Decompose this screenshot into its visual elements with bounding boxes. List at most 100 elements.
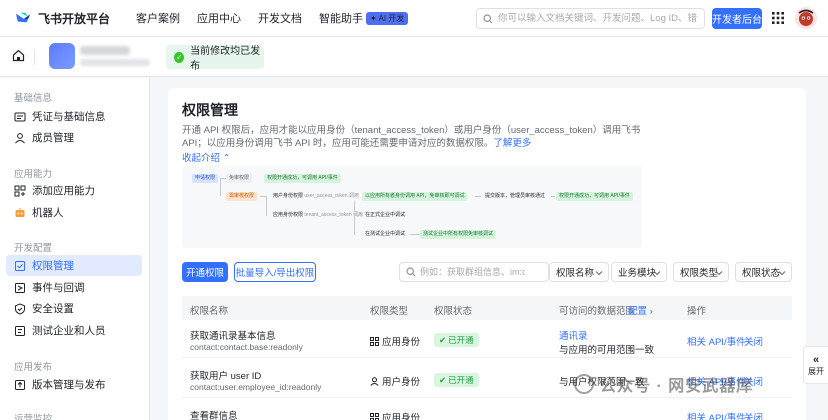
shield-icon — [14, 302, 26, 315]
permission-search-input[interactable] — [420, 267, 525, 277]
perm-code: contact:contact.base:readonly — [190, 342, 303, 352]
related-api-link[interactable]: 相关 API/事件 — [687, 410, 746, 420]
close-permission-link[interactable]: 关闭 — [744, 410, 763, 420]
diagram-connector — [410, 234, 420, 235]
app-name-redacted — [80, 46, 130, 55]
diagram-review: 需审核权限 — [226, 192, 258, 201]
sidebar-item-credentials[interactable]: 凭证与基础信息 — [6, 106, 142, 127]
diagram-user-identity-label: 用户身份权限 — [273, 193, 304, 199]
description-text: 开通 API 权限后，应用才能以应用身份（tenant_access_token… — [182, 125, 641, 149]
add-capability-icon — [14, 185, 26, 197]
diagram-unapproved: 免审权限 — [226, 174, 253, 183]
close-permission-link[interactable]: 关闭 — [744, 334, 763, 348]
diagram-connector — [475, 196, 481, 197]
permission-search[interactable] — [399, 262, 549, 282]
sidebar-section-publish: 应用发布 — [14, 362, 53, 373]
perm-code: contact:user.employee_id:readonly — [190, 382, 322, 392]
ai-badge: ✦ AI 开发 — [366, 12, 409, 25]
scope-config-link[interactable]: 配置 › — [628, 303, 653, 317]
nav-link-assistant[interactable]: 智能助手 ✦ AI 开发 — [319, 10, 409, 26]
sidebar: 基础信息 凭证与基础信息 成员管理 应用能力 添加应用能力 机器人 开发配置 权… — [0, 78, 150, 420]
feishu-logo-icon — [16, 12, 30, 23]
enable-permission-button[interactable]: 开通权限 — [182, 262, 228, 282]
expand-label: 展开 — [808, 366, 824, 376]
sidebar-item-label: 安全设置 — [32, 303, 74, 315]
diagram-connector — [354, 215, 362, 216]
perm-name: 查看群信息 — [190, 411, 238, 420]
wechat-watermark: 公众号 · 网安武器库 — [574, 372, 753, 396]
diagram-step-success: 权限开通成功，可调用 API/事件 — [556, 192, 633, 201]
perm-type-select[interactable]: 权限类型 — [673, 262, 729, 282]
perm-type: 应用身份 — [370, 334, 420, 348]
perm-type: 应用身份 — [370, 410, 420, 420]
sidebar-item-versions[interactable]: 版本管理与发布 — [6, 374, 142, 395]
sidebar-section-basic: 基础信息 — [14, 93, 53, 104]
business-module-select-label: 业务模块 — [618, 268, 657, 279]
double-chevron-left-icon: « — [812, 353, 820, 366]
event-icon — [14, 282, 26, 294]
developer-console-button[interactable]: 开发者后台 — [712, 8, 762, 29]
nav-link-docs[interactable]: 开发文档 — [258, 10, 302, 26]
home-icon[interactable] — [12, 49, 25, 62]
diagram-connector — [551, 196, 555, 197]
business-module-select[interactable]: 业务模块 — [611, 262, 667, 282]
sidebar-item-permissions[interactable]: 权限管理 — [6, 255, 142, 276]
perm-type: 用户身份 — [370, 374, 420, 388]
table-row: 查看群信息 应用身份 相关 API/事件 关闭 — [182, 400, 792, 420]
perm-name-select[interactable]: 权限名称 — [549, 262, 609, 282]
page-title: 权限管理 — [182, 102, 238, 118]
diagram-step-apply: 以应用所有者身份调用 API，免审核即可调试 — [362, 192, 468, 201]
chevron-down-icon — [653, 271, 661, 276]
watermark-text: 公众号 · 网安武器库 — [600, 378, 754, 395]
perm-type-label: 应用身份 — [382, 337, 421, 348]
expand-panel-button[interactable]: « 展开 — [803, 346, 828, 384]
perm-type-select-label: 权限类型 — [680, 268, 719, 279]
sidebar-item-events[interactable]: 事件与回调 — [6, 277, 142, 298]
perm-type-label: 用户身份 — [382, 377, 421, 388]
collapse-intro-toggle[interactable]: 收起介绍 ⌃ — [182, 150, 231, 164]
header-type: 权限类型 — [370, 306, 409, 317]
diagram-app-identity-label: 应用身份权限 — [273, 212, 304, 218]
top-nav: 飞书开放平台 客户案例 应用中心 开发文档 智能助手✦ AI 开发 开发者后台 — [0, 0, 828, 37]
user-avatar[interactable] — [795, 7, 817, 29]
apps-grid-icon[interactable] — [771, 11, 785, 25]
sidebar-section-capability: 应用能力 — [14, 169, 53, 180]
app-identity-icon — [370, 412, 379, 420]
nav-link-app-center[interactable]: 应用中心 — [197, 10, 241, 26]
perm-status-select-label: 权限状态 — [742, 268, 781, 279]
perm-status-select[interactable]: 权限状态 — [735, 262, 792, 282]
logo[interactable]: 飞书开放平台 — [14, 10, 110, 27]
diagram-user-token: user_access_token 调用 — [304, 193, 359, 199]
check-circle-icon: ✓ — [174, 51, 185, 63]
status-badge-label: 已开通 — [448, 335, 474, 345]
wechat-logo-icon — [574, 374, 594, 394]
nav-link-cases[interactable]: 客户案例 — [136, 10, 180, 26]
header-status: 权限状态 — [434, 306, 473, 317]
status-badge: ✔ 已开通 — [434, 373, 479, 387]
global-search[interactable] — [476, 8, 705, 29]
related-api-link[interactable]: 相关 API/事件 — [687, 334, 746, 348]
test-icon — [14, 325, 26, 337]
sidebar-section-monitor: 运营监控 — [14, 414, 53, 420]
app-identity-icon — [370, 336, 379, 346]
sidebar-item-add-capability[interactable]: 添加应用能力 — [6, 180, 142, 201]
sidebar-item-label: 权限管理 — [32, 260, 74, 272]
sidebar-item-members[interactable]: 成员管理 — [6, 127, 142, 148]
sidebar-item-test-corp[interactable]: 测试企业和人员 — [6, 320, 142, 341]
header-scope: 可访问的数据范围 — [559, 306, 636, 317]
app-icon[interactable] — [49, 43, 75, 69]
appbar-divider — [34, 49, 35, 65]
sidebar-item-security[interactable]: 安全设置 — [6, 298, 142, 319]
app-id-redacted — [80, 59, 150, 66]
batch-import-export-button[interactable]: 批量导入/导出权限 — [234, 262, 316, 282]
learn-more-link[interactable]: 了解更多 — [493, 138, 531, 149]
diagram-approve-line: 权限开通成功，可调用 API/事件 — [264, 174, 341, 183]
collapse-intro-label: 收起介绍 — [182, 153, 221, 164]
global-search-input[interactable] — [498, 13, 698, 24]
robot-icon — [14, 207, 26, 219]
perm-name-select-label: 权限名称 — [556, 268, 595, 279]
scope-link[interactable]: 通讯录 — [559, 328, 588, 342]
sidebar-item-bot[interactable]: 机器人 — [6, 202, 142, 223]
status-badge-label: 已开通 — [448, 375, 474, 385]
table-row: 获取通讯录基本信息 contact:contact.base:readonly … — [182, 320, 792, 358]
